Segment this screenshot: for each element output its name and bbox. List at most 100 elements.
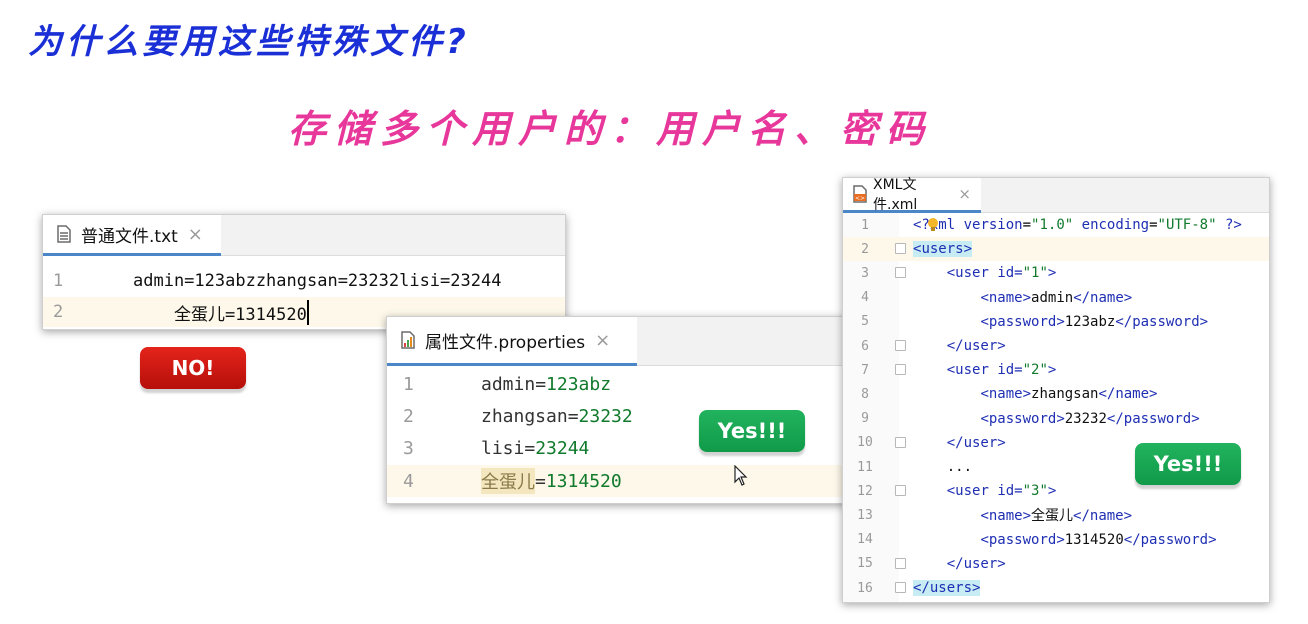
property-value[interactable]: 23232 <box>579 406 633 427</box>
code-line: 15 </user> <box>843 552 1269 576</box>
fold-icon[interactable] <box>887 237 913 261</box>
line-number: 1 <box>403 373 414 395</box>
tab-label: 属性文件.properties <box>425 332 586 353</box>
xml-element[interactable]: <password>123abz</password> <box>913 314 1208 330</box>
fold-icon[interactable] <box>887 479 913 503</box>
close-tab-icon[interactable]: × <box>595 330 610 351</box>
properties-file-icon <box>401 331 415 349</box>
property-key[interactable]: zhangsan <box>481 406 568 427</box>
close-tab-icon[interactable]: × <box>188 224 203 245</box>
xml-tag[interactable]: </users> <box>913 580 981 597</box>
txt-editor-window: 普通文件.txt × 1 admin=123abzzhangsan=23232l… <box>42 214 566 330</box>
code-line: 4 <name>admin</name> <box>843 286 1269 310</box>
code-line: 9 <password>23232</password> <box>843 407 1269 431</box>
fold-icon[interactable] <box>887 358 913 382</box>
line-number: 7 <box>861 362 869 378</box>
line-number: 4 <box>403 470 414 492</box>
line-number: 10 <box>857 435 873 451</box>
xml-element[interactable]: <password>23232</password> <box>913 411 1199 427</box>
property-key[interactable]: 全蛋儿 <box>481 468 535 494</box>
line-number: 5 <box>861 314 869 330</box>
line-text[interactable]: 全蛋儿=1314520 <box>133 299 309 325</box>
property-value[interactable]: 123abz <box>546 374 611 395</box>
xml-tab-bar: <> XML文件.xml × <box>843 177 1269 213</box>
xml-tag[interactable]: <user id="3"> <box>913 483 1057 499</box>
xml-editor-window: <> XML文件.xml × 1 <?xml version="1.0" enc… <box>842 177 1270 603</box>
line-number: 2 <box>53 302 64 322</box>
line-number: 12 <box>857 483 873 499</box>
code-line: 1 <?xml version="1.0" encoding="UTF-8" ?… <box>843 213 1269 237</box>
line-number: 9 <box>861 411 869 427</box>
property-key[interactable]: admin <box>481 374 535 395</box>
code-line: 13 <name>全蛋儿</name> <box>843 503 1269 527</box>
property-value[interactable]: 1314520 <box>546 471 622 492</box>
code-line: 8 <name>zhangsan</name> <box>843 382 1269 406</box>
property-equals: = <box>535 373 547 395</box>
line-number: 1 <box>861 217 869 233</box>
yes-badge-properties: Yes!!! <box>699 410 805 452</box>
line-number: 11 <box>857 459 873 475</box>
xml-element[interactable]: <name>全蛋儿</name> <box>913 505 1132 525</box>
property-line: 1 admin = 123abz <box>387 369 847 399</box>
code-line: 2 <users> <box>843 237 1269 262</box>
code-line: 3 <user id="1"> <box>843 261 1269 285</box>
line-number: 14 <box>857 532 873 548</box>
ellipsis-text[interactable]: ... <box>913 459 972 475</box>
code-line: 16 </users> <box>843 576 1269 600</box>
line-number: 15 <box>857 556 873 572</box>
txt-tab-bar: 普通文件.txt × <box>43 215 565 256</box>
property-line: 4 全蛋儿 = 1314520 <box>387 465 847 497</box>
no-badge: NO! <box>140 347 246 389</box>
xml-element[interactable]: <name>admin</name> <box>913 290 1132 306</box>
fold-icon[interactable] <box>887 431 913 455</box>
property-value[interactable]: 23244 <box>535 438 589 459</box>
fold-icon[interactable] <box>887 261 913 285</box>
xml-tag[interactable]: </user> <box>913 435 1006 451</box>
property-equals: = <box>567 405 579 427</box>
code-line: 6 </user> <box>843 334 1269 358</box>
properties-tab-bar: 属性文件.properties × <box>387 317 847 366</box>
line-number: 2 <box>403 405 414 427</box>
svg-text:<>: <> <box>855 195 865 202</box>
xml-file-icon: <> <box>853 185 867 203</box>
text-file-icon <box>57 225 71 243</box>
xml-tag[interactable]: <user id="2"> <box>913 362 1057 378</box>
line-number: 8 <box>861 386 869 402</box>
line-number: 16 <box>857 580 873 596</box>
code-line: 1 admin=123abzzhangsan=23232lisi=23244 <box>43 267 565 295</box>
code-line: 7 <user id="2"> <box>843 358 1269 382</box>
line-number: 6 <box>861 338 869 354</box>
code-line: 14 <password>1314520</password> <box>843 528 1269 552</box>
xml-tag[interactable]: </user> <box>913 338 1006 354</box>
tab-label: 普通文件.txt <box>81 226 178 247</box>
fold-icon[interactable] <box>887 576 913 600</box>
property-equals: = <box>524 437 536 459</box>
page-title: 为什么要用这些特殊文件? <box>28 22 470 62</box>
yes-badge-xml: Yes!!! <box>1135 443 1241 485</box>
code-line: 5 <password>123abz</password> <box>843 310 1269 334</box>
line-text[interactable]: admin=123abzzhangsan=23232lisi=23244 <box>133 271 501 291</box>
line-number: 13 <box>857 507 873 523</box>
property-key[interactable]: lisi <box>481 438 524 459</box>
property-equals: = <box>535 470 546 492</box>
fold-icon[interactable] <box>887 552 913 576</box>
line-number: 4 <box>861 290 869 306</box>
close-tab-icon[interactable]: × <box>958 185 971 203</box>
xml-tag[interactable]: <user id="1"> <box>913 265 1057 281</box>
xml-code-area: 1 <?xml version="1.0" encoding="UTF-8" ?… <box>843 213 1269 602</box>
page-subtitle: 存储多个用户的：用户名、密码 <box>288 107 933 151</box>
xml-tag[interactable]: <users> <box>913 241 973 258</box>
mouse-cursor-icon <box>734 464 748 487</box>
xml-element[interactable]: <name>zhangsan</name> <box>913 386 1157 402</box>
tab-properties-file[interactable]: 属性文件.properties × <box>387 317 637 366</box>
xml-element[interactable]: <password>1314520</password> <box>913 532 1216 548</box>
tab-xml-file[interactable]: <> XML文件.xml × <box>843 177 981 213</box>
tab-label: XML文件.xml <box>873 177 918 213</box>
xml-declaration[interactable]: <?xml version="1.0" encoding="UTF-8" ?> <box>913 217 1242 233</box>
line-number: 3 <box>403 437 414 459</box>
fold-icon[interactable] <box>887 334 913 358</box>
tab-txt-file[interactable]: 普通文件.txt × <box>43 215 221 256</box>
line-number: 2 <box>861 241 869 257</box>
xml-tag[interactable]: </user> <box>913 556 1006 572</box>
lightbulb-icon[interactable] <box>927 217 939 233</box>
